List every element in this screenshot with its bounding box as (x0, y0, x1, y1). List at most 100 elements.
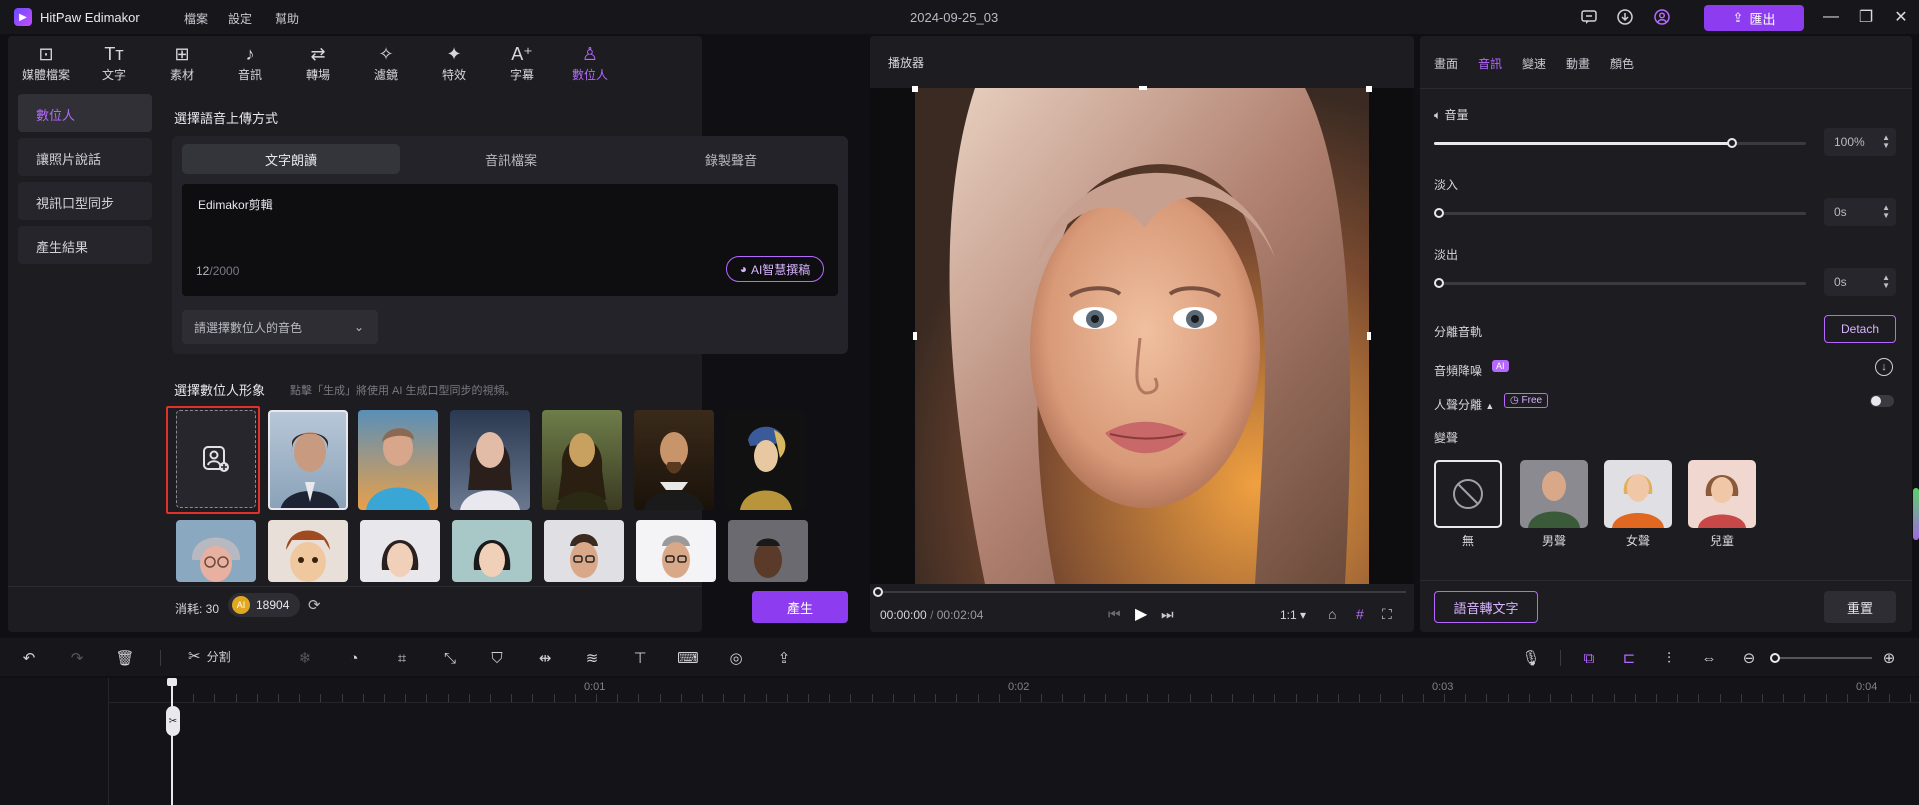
crop-handle[interactable] (1366, 86, 1372, 92)
video-frame[interactable] (915, 88, 1369, 584)
crop-handle[interactable] (912, 86, 918, 92)
next-frame-icon[interactable]: ⏭ (1161, 606, 1174, 623)
export-clip-icon[interactable]: ⇪ (773, 647, 795, 669)
progress-track[interactable] (878, 591, 1406, 593)
microphone-icon[interactable]: 🎙︎ (1520, 647, 1542, 669)
tab-audio-file[interactable]: 音訊檔案 (402, 144, 620, 174)
avatar-thumbnail[interactable] (634, 410, 714, 510)
zoom-knob[interactable] (1770, 653, 1780, 663)
zoom-slider[interactable] (1772, 657, 1872, 659)
download-icon[interactable]: ↓ (1875, 358, 1893, 376)
fade-in-input[interactable]: 0s ▲ ▼ (1824, 198, 1896, 226)
sidebar-item-talking-photo[interactable]: 讓照片說話 (18, 138, 152, 176)
avatar-thumbnail[interactable] (176, 520, 256, 582)
refresh-icon[interactable]: ⟳ (308, 596, 321, 614)
tool-elements[interactable]: ⊞ 素材 (154, 42, 210, 86)
avatar-thumbnail[interactable] (728, 520, 808, 582)
aspect-ratio-select[interactable]: 1:1 ▾ (1280, 608, 1306, 622)
redo-icon[interactable]: ↷ (66, 647, 88, 669)
avatar-thumbnail[interactable] (360, 520, 440, 582)
progress-knob[interactable] (873, 587, 883, 597)
avatar-thumbnail[interactable] (452, 520, 532, 582)
zoom-in-icon[interactable]: ⊕ (1878, 647, 1900, 669)
stepper-icon[interactable]: ▲ ▼ (1882, 274, 1890, 290)
voice-option-female[interactable] (1604, 460, 1672, 528)
avatar-thumbnail[interactable] (636, 520, 716, 582)
crop-handle[interactable] (1367, 332, 1371, 340)
tool-subtitle[interactable]: A⁺ 字幕 (494, 42, 550, 86)
voice-option-none[interactable] (1434, 460, 1502, 528)
tab-color[interactable]: 顏色 (1610, 55, 1634, 72)
avatar-thumbnail[interactable] (268, 520, 348, 582)
link-icon[interactable]: ⧉ (1578, 647, 1600, 669)
playhead-scissors-icon[interactable]: ✂ (166, 706, 180, 736)
zoom-out-icon[interactable]: ⊖ (1738, 647, 1760, 669)
tool-effects[interactable]: ✦ 特效 (426, 42, 482, 86)
avatar-thumbnail[interactable] (450, 410, 530, 510)
tool-audio[interactable]: ♪ 音訊 (222, 42, 278, 86)
split-button[interactable]: ✂ 分割 (188, 647, 231, 665)
volume-knob[interactable] (1726, 138, 1737, 148)
split-track-icon[interactable]: ⫶ (1658, 647, 1680, 669)
sidebar-item-lip-sync[interactable]: 視訊口型同步 (18, 182, 152, 220)
upload-avatar-button[interactable] (176, 410, 256, 508)
close-icon[interactable]: ✕ (1890, 6, 1912, 28)
fullscreen-icon[interactable]: ⛶ (1382, 606, 1392, 623)
mask-icon[interactable]: ⛉ (486, 647, 508, 669)
avatar-thumbnail[interactable] (726, 410, 806, 510)
volume-slider[interactable] (1434, 142, 1806, 145)
undo-icon[interactable]: ↶ (18, 647, 40, 669)
tool-digital-human[interactable]: ♙ 數位人 (562, 42, 618, 86)
stepper-icon[interactable]: ▲ ▼ (1882, 204, 1890, 220)
resize-icon[interactable]: ⤡ (439, 647, 461, 669)
sidebar-item-digital-human[interactable]: 數位人 (18, 94, 152, 132)
fade-out-input[interactable]: 0s ▲ ▼ (1824, 268, 1896, 296)
generate-button[interactable]: 產生 (752, 591, 848, 623)
ai-chat-icon[interactable]: ⌨ (677, 647, 699, 669)
speed-icon[interactable]: ◔ (343, 647, 365, 669)
sidebar-item-results[interactable]: 產生結果 (18, 226, 152, 264)
tool-filter[interactable]: ✧ 濾鏡 (358, 42, 414, 86)
fade-in-slider[interactable] (1434, 212, 1806, 215)
face-track-icon[interactable]: ◎ (725, 647, 747, 669)
menu-settings[interactable]: 設定 (228, 10, 252, 27)
minimize-icon[interactable]: — (1820, 6, 1842, 28)
tab-speed[interactable]: 變速 (1522, 55, 1546, 72)
tab-record-voice[interactable]: 錄製聲音 (622, 144, 840, 174)
grid-icon[interactable]: # (1356, 606, 1364, 622)
account-icon[interactable] (1652, 7, 1672, 27)
prev-frame-icon[interactable]: ⏮ (1108, 606, 1121, 623)
voice-option-child[interactable] (1688, 460, 1756, 528)
ai-write-button[interactable]: ◕ AI智慧撰稿 (726, 256, 824, 282)
volume-input[interactable]: 100% ▲ ▼ (1824, 128, 1896, 156)
tool-text[interactable]: Tт 文字 (86, 42, 142, 86)
playhead[interactable] (171, 678, 173, 805)
fit-icon[interactable]: ⇔ (1698, 647, 1720, 669)
export-button[interactable]: ⇪ 匯出 (1704, 5, 1804, 31)
menu-file[interactable]: 檔案 (184, 10, 208, 27)
fade-out-knob[interactable] (1434, 278, 1444, 288)
tool-transition[interactable]: ⇄ 轉場 (290, 42, 346, 86)
freeze-icon[interactable]: ❄ (294, 647, 316, 669)
snapshot-icon[interactable]: ⌂ (1328, 606, 1336, 622)
crop-handle[interactable] (913, 332, 917, 340)
speech-to-text-button[interactable]: 語音轉文字 (1434, 591, 1538, 623)
avatar-thumbnail[interactable] (544, 520, 624, 582)
avatar-thumbnail[interactable] (542, 410, 622, 510)
avatar-thumbnail[interactable] (268, 410, 348, 510)
stepper-icon[interactable]: ▲ ▼ (1882, 134, 1890, 150)
mirror-icon[interactable]: ⇹ (534, 647, 556, 669)
feedback-icon[interactable] (1579, 7, 1599, 27)
tab-text-to-speech[interactable]: 文字朗讀 (182, 144, 400, 174)
maximize-icon[interactable]: ❐ (1855, 6, 1877, 28)
magnet-icon[interactable]: ⊏ (1618, 647, 1640, 669)
crop-handle[interactable] (1139, 86, 1147, 90)
script-textarea[interactable]: Edimakor剪輯 12/2000 ◕ AI智慧撰稿 (182, 184, 838, 296)
vocal-separation-toggle[interactable] (1870, 395, 1894, 407)
tool-media[interactable]: ⊡ 媒體檔案 (18, 42, 74, 86)
download-icon[interactable] (1615, 7, 1635, 27)
caret-up-icon[interactable]: ▲ (1485, 401, 1494, 411)
tab-animation[interactable]: 動畫 (1566, 55, 1590, 72)
playhead-handle[interactable] (167, 678, 177, 686)
play-icon[interactable]: ▶ (1135, 604, 1147, 624)
